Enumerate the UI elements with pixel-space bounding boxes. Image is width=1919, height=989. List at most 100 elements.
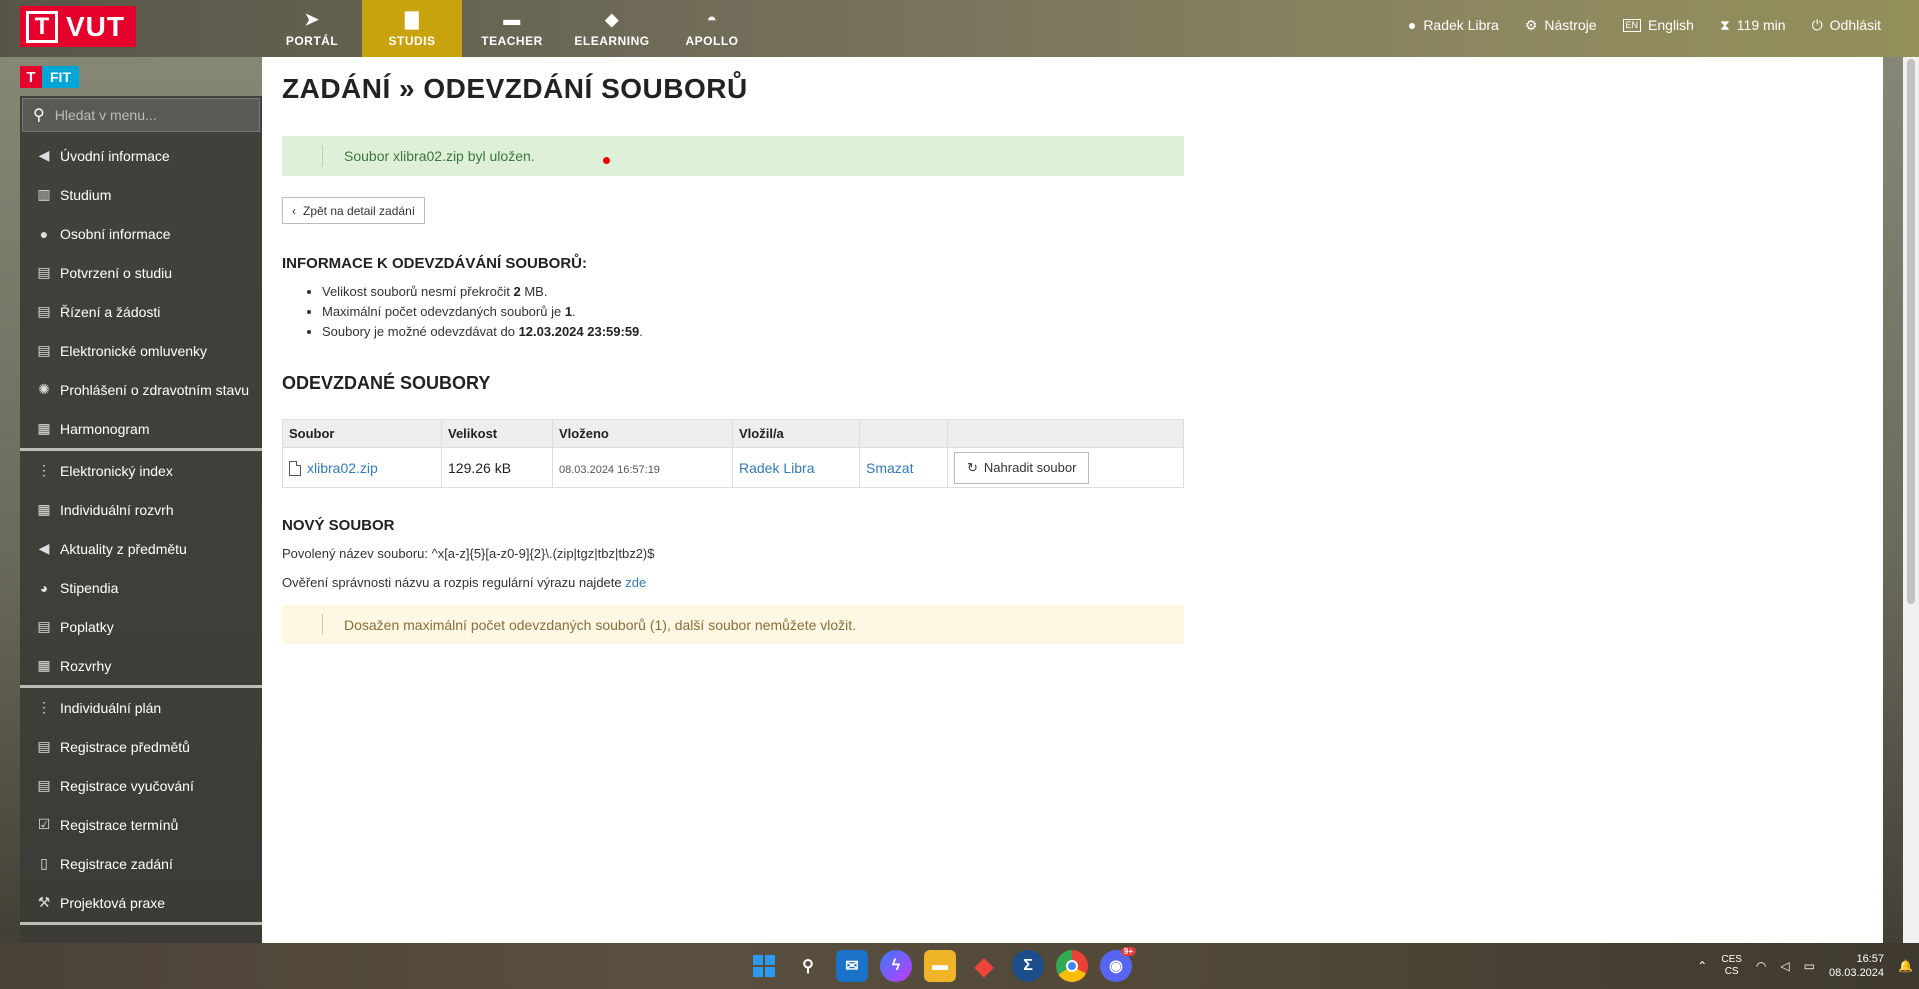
sidebar-item[interactable]: ▦ Individuální rozvrh [20,490,262,529]
sidebar-menu: ◀ Úvodní informace ▥ Studium ● Osobní infor… [20,136,262,925]
chevron-up-icon[interactable]: ⌃ [1697,959,1707,973]
vut-logo[interactable]: T VUT [20,6,136,47]
flame-icon: ◓ [706,10,718,29]
battery-icon[interactable]: ▭ [1804,959,1815,973]
discord-icon[interactable]: ◉ 9+ [1100,947,1136,982]
language-switch[interactable]: EN English [1622,17,1694,33]
sidebar-item[interactable]: ▤ Elektronické omluvenky [20,331,262,370]
sidebar-item[interactable]: ◀ Aktuality z předmětu [20,529,262,568]
taskbar: ⚲ ✉ ϟ ▬ ◆ Σ ◉ 9+ ⌃ CES CS ◠ ◁ ▭ 16:57 08.… [0,943,1919,989]
verify-text-label: Ověření správnosti názvu a rozpis regulá… [282,575,626,590]
sidebar-item[interactable]: ⋮ Individuální plán [20,688,262,727]
anydesk-icon[interactable]: ◆ [968,950,1000,982]
main-content: ZADÁNÍ » ODEVZDÁNÍ SOUBORŮ Soubor xlibra… [262,57,1883,943]
document-icon: ▤ [37,777,51,793]
tools-menu[interactable]: ⚙ Nástroje [1525,17,1597,34]
megaphone-icon: ◀ [38,540,50,556]
list-item: Maximální počet odevzdaných souborů je 1… [322,302,643,322]
logout-button[interactable]: ⏻ Odhlásit [1812,17,1881,34]
start-icon[interactable] [748,950,780,982]
mail-icon[interactable]: ✉ [836,950,868,982]
list-item: Velikost souborů nesmí překročit 2 MB. [322,282,643,302]
menu-search-input[interactable] [54,107,235,123]
lang-bottom: CS [1724,966,1739,977]
sidebar-item[interactable]: ▤ Registrace vyučování [20,766,262,805]
discord-badge: 9+ [1120,947,1136,956]
sidebar-item[interactable]: ▦ Harmonogram [20,409,262,448]
sidebar-item[interactable]: ⋮ Elektronický index [20,451,262,490]
piggy-bank-icon: ◕ [39,579,49,596]
input-language[interactable]: CES CS [1721,954,1742,978]
notification-bell-icon[interactable]: 🔔 [1898,959,1913,973]
clipboard-check-icon: ☑ [37,816,51,832]
search-icon[interactable]: ⚲ [792,950,824,982]
replace-cell: ↻ Nahradit soubor [947,447,1184,488]
author-link[interactable]: Radek Libra [739,460,815,476]
menu-divider [20,922,262,925]
sidebar-item[interactable]: ◀ Úvodní informace [20,136,262,175]
sidebar-item-label: Rozvrhy [60,657,112,674]
sidebar-item[interactable]: ● Osobní informace [20,214,262,253]
vut-logo-text: VUT [66,10,125,42]
gear-icon: ⚙ [1524,16,1538,33]
author-cell: Radek Libra [732,447,860,488]
nav-studis[interactable]: ▇ STUDIS [362,0,462,57]
nav-teacher[interactable]: ▬ TEACHER [462,0,562,57]
messenger-icon[interactable]: ϟ [880,950,912,982]
calendar-icon: ▦ [37,657,51,673]
warning-alert: Dosažen maximální počet odevzdaných soub… [282,605,1184,644]
sidebar-item[interactable]: ◕ Stipendia [20,568,262,607]
sidebar-item-label: Prohlášení o zdravotním stavu [60,381,250,398]
sidebar-item[interactable]: ✺ Prohlášení o zdravotním stavu [20,370,262,409]
replace-file-button[interactable]: ↻ Nahradit soubor [954,451,1090,484]
verify-link[interactable]: zde [625,575,646,590]
tools-label: Nástroje [1544,17,1597,33]
browser-viewport: T VUT ➤ PORTÁL ▇ STUDIS ▬ TEACHER ◆ ELEA… [0,0,1919,943]
sidebar-item[interactable]: ▥ Studium [20,175,262,214]
nav-elearning[interactable]: ◆ ELEARNING [562,0,662,57]
sidebar-item[interactable]: ▦ Rozvrhy [20,646,262,685]
scrollbar-thumb[interactable] [1907,59,1915,604]
file-explorer-icon[interactable]: ▬ [924,950,956,982]
wifi-icon[interactable]: ◠ [1756,959,1766,973]
document-icon: ▤ [37,618,51,634]
sidebar-item-label: Registrace předmětů [60,738,190,755]
page-scrollbar[interactable] [1903,57,1919,943]
volume-icon[interactable]: ◁ [1780,959,1789,973]
logout-label: Odhlásit [1829,17,1881,33]
file-cell: xlibra02.zip [282,447,442,488]
file-link[interactable]: xlibra02.zip [307,460,378,476]
back-to-assignment-button[interactable]: ‹ Zpět na detail zadání [282,197,426,224]
sidebar-item[interactable]: ▤ Potvrzení o studiu [20,253,262,292]
sidebar-item[interactable]: ▤ Registrace předmětů [20,727,262,766]
lang-top: CES [1721,954,1742,965]
submitted-files-heading: ODEVZDANÉ SOUBORY [282,373,491,393]
sidebar-item-label: Individuální plán [60,699,162,716]
user-menu[interactable]: ● Radek Libra [1408,17,1499,33]
nav-apollo[interactable]: ◓ APOLLO [662,0,762,57]
books-icon: ▥ [37,186,51,202]
max-size-value: 2 [513,284,521,299]
language-flag-icon: EN [1622,18,1642,32]
sidebar-item[interactable]: ▤ Řízení a žádosti [20,292,262,331]
document-icon: ▤ [37,303,51,319]
document-icon: ▤ [37,342,51,358]
max-count-value: 1 [564,304,573,319]
delete-link[interactable]: Smazat [866,460,913,476]
session-timer[interactable]: ⧗ 119 min [1720,17,1786,34]
column-header-inserted: Vloženo [552,419,733,448]
sidebar-item-label: Registrace vyučování [60,777,194,794]
clock[interactable]: 16:57 08.03.2024 [1829,952,1884,980]
table-header-row: Soubor Velikost Vloženo Vložil/a [282,419,1184,448]
chrome-icon[interactable] [1056,950,1088,982]
sidebar-item[interactable]: ▤ Poplatky [20,607,262,646]
nav-portal[interactable]: ➤ PORTÁL [262,0,362,57]
verify-text: Ověření správnosti názvu a rozpis regulá… [282,575,646,590]
calendar-icon: ▦ [37,420,51,436]
sidebar-item[interactable]: ▯ Registrace zadání [20,844,262,883]
sidebar-item[interactable]: ⚒ Projektová praxe [20,883,262,922]
fit-logo[interactable]: T FIT [20,66,79,88]
sigma-icon[interactable]: Σ [1012,950,1044,982]
plan-icon: ⋮ [37,699,51,715]
sidebar-item[interactable]: ☑ Registrace termínů [20,805,262,844]
